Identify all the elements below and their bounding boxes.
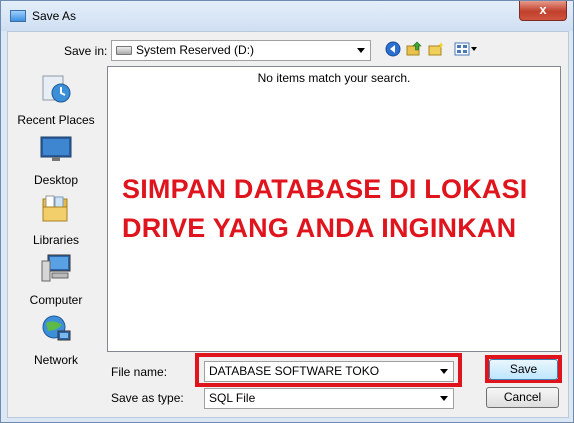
title-bar[interactable]: Save As x — [1, 1, 573, 31]
window-icon — [10, 10, 26, 22]
save-in-dropdown[interactable]: System Reserved (D:) — [111, 40, 371, 61]
place-libraries[interactable]: Libraries — [12, 193, 100, 247]
view-menu-icon[interactable] — [454, 41, 478, 57]
places-bar: Recent Places Desktop Libraries Computer… — [12, 68, 100, 367]
file-name-label: File name: — [111, 365, 168, 379]
window-title: Save As — [32, 9, 77, 23]
file-name-value: DATABASE SOFTWARE TOKO — [209, 364, 380, 378]
save-in-label: Save in: — [64, 44, 108, 58]
cancel-button[interactable]: Cancel — [486, 387, 559, 408]
chevron-down-icon — [357, 48, 365, 53]
back-icon[interactable] — [385, 41, 401, 57]
save-in-value: System Reserved (D:) — [136, 43, 255, 57]
new-folder-icon[interactable] — [428, 41, 444, 57]
save-as-dialog: Save As x Save in: System Reserved (D:) — [0, 0, 574, 423]
save-button[interactable]: Save — [489, 359, 558, 380]
drive-icon — [116, 46, 132, 55]
file-list[interactable]: No items match your search. SIMPAN DATAB… — [107, 66, 561, 352]
place-computer[interactable]: Computer — [12, 253, 100, 307]
annotation-line-2: DRIVE YANG ANDA INGINKAN — [122, 213, 517, 243]
place-recent-places[interactable]: Recent Places — [12, 73, 100, 127]
chevron-down-icon — [440, 369, 448, 374]
computer-icon — [41, 254, 71, 282]
recent-places-icon — [42, 75, 71, 103]
place-label: Libraries — [32, 233, 80, 247]
place-label: Computer — [29, 293, 83, 307]
save-as-type-dropdown[interactable]: SQL File — [204, 388, 454, 409]
up-folder-icon[interactable] — [406, 41, 422, 57]
network-icon — [42, 315, 71, 341]
place-network[interactable]: Network — [12, 313, 100, 367]
annotation-text: SIMPAN DATABASE DI LOKASI DRIVE YANG AND… — [122, 170, 552, 248]
desktop-icon — [40, 136, 72, 161]
close-icon: x — [539, 2, 547, 17]
place-label: Recent Places — [17, 113, 95, 127]
chevron-down-icon — [440, 396, 448, 401]
save-as-type-label: Save as type: — [111, 391, 184, 405]
save-as-type-value: SQL File — [209, 391, 256, 405]
file-name-input[interactable]: DATABASE SOFTWARE TOKO — [204, 361, 454, 382]
libraries-icon — [42, 195, 68, 222]
place-desktop[interactable]: Desktop — [12, 133, 100, 187]
annotation-line-1: SIMPAN DATABASE DI LOKASI — [122, 174, 528, 204]
place-label: Network — [33, 353, 78, 367]
place-label: Desktop — [33, 173, 79, 187]
close-button[interactable]: x — [519, 1, 567, 21]
dialog-body: Save in: System Reserved (D:) Recent Pla… — [7, 31, 569, 418]
empty-message: No items match your search. — [257, 71, 411, 85]
